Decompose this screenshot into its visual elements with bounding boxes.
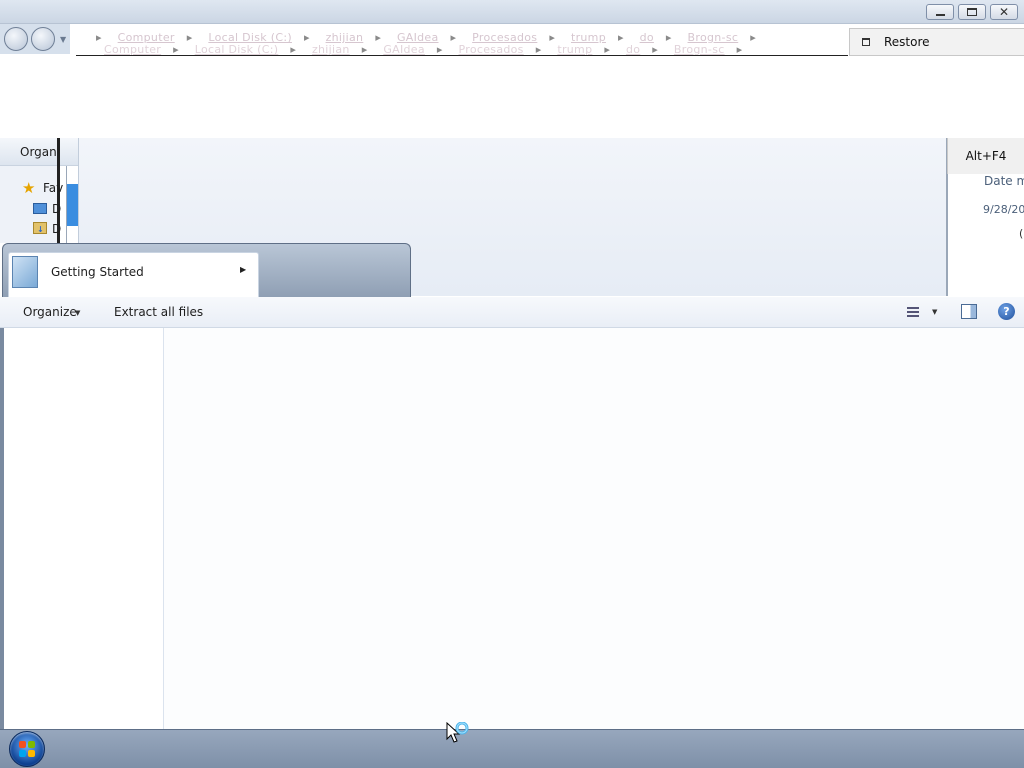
background-scrollbar-thumb[interactable] [67,184,78,226]
close-shortcut-label: Alt+F4 [965,149,1007,163]
minimize-button[interactable] [926,4,954,20]
nav-item-fragment[interactable]: D [52,222,61,236]
background-organize-button[interactable]: Organi [0,138,78,166]
breadcrumb-item: do [625,43,641,56]
getting-started-label: Getting Started [51,265,144,279]
favorites-label[interactable]: Fav [43,181,63,195]
submenu-arrow-icon: ▶ [240,265,247,274]
breadcrumb-item: Brogn-sc [673,43,725,56]
close-icon: ✕ [998,5,1010,19]
breadcrumb-item: Procesados [458,43,524,56]
address-bar[interactable]: ▸ Computer ▸ Local Disk (C:) ▸ zhijian ▸ GA… [76,28,848,56]
restore-down-icon [967,8,977,16]
breadcrumb-separator: ▸ [290,43,297,56]
start-button[interactable] [9,731,45,767]
navigation-pane[interactable] [0,328,164,729]
breadcrumb-separator: ▸ [736,43,743,56]
breadcrumb-item: zhijian [311,43,350,56]
breadcrumb-separator: ▸ [604,43,611,56]
breadcrumb-ghost-2: Computer ▸ Local Disk (C:) ▸ zhijian ▸ GAId… [104,43,754,56]
view-options-arrow-icon[interactable]: ▼ [932,308,937,316]
close-button[interactable]: ✕ [990,4,1018,20]
background-scrollbar[interactable] [66,166,78,243]
change-view-icon[interactable] [907,305,923,318]
nav-item-fragment[interactable]: D [52,202,61,216]
restore-menu-item-label: Restore [884,35,930,49]
file-date-cell: 9/28/20 [983,203,1024,216]
windows-flag-icon [19,741,36,758]
breadcrumb-separator: ▸ [96,31,102,44]
breadcrumb-separator: ▸ [361,43,368,56]
minimize-icon [935,13,945,16]
breadcrumb-separator: ▸ [173,43,179,56]
favorites-star-icon: ★ [22,179,36,197]
breadcrumb-separator: ▸ [535,43,542,56]
back-button[interactable] [4,27,28,51]
restore-down-button[interactable] [958,4,986,20]
preview-pane-icon[interactable] [961,304,977,319]
organize-dropdown-arrow-icon[interactable]: ▼ [75,309,80,317]
getting-started-icon [12,256,38,288]
breadcrumb-item: Local Disk (C:) [194,43,279,56]
forward-button[interactable] [31,27,55,51]
breadcrumb-separator: ▸ [436,43,443,56]
downloads-folder-icon: ↓ [33,222,47,234]
taskbar [0,729,1024,768]
context-menu-restore[interactable]: Restore [849,28,1024,56]
breadcrumb-item: trump [557,43,593,56]
restore-icon [862,38,870,46]
context-menu-close[interactable]: Alt+F4 [947,138,1024,174]
file-list-pane[interactable] [164,328,1024,729]
breadcrumb-item: Computer [104,43,162,56]
desktop-icon [33,203,47,214]
date-modified-column-header[interactable]: Date m [984,174,1024,188]
file-row-fragment: ( [1019,227,1024,240]
extract-all-files-button[interactable]: Extract all files [114,305,203,319]
recent-pages-arrow-icon[interactable]: ▼ [60,35,66,44]
busy-cursor-icon [446,722,469,743]
help-icon[interactable]: ? [998,303,1015,320]
title-bar [0,0,1024,24]
breadcrumb-item: GAIdea [383,43,425,56]
breadcrumb-separator: ▸ [652,43,659,56]
organize-button[interactable]: Organize [23,305,77,319]
